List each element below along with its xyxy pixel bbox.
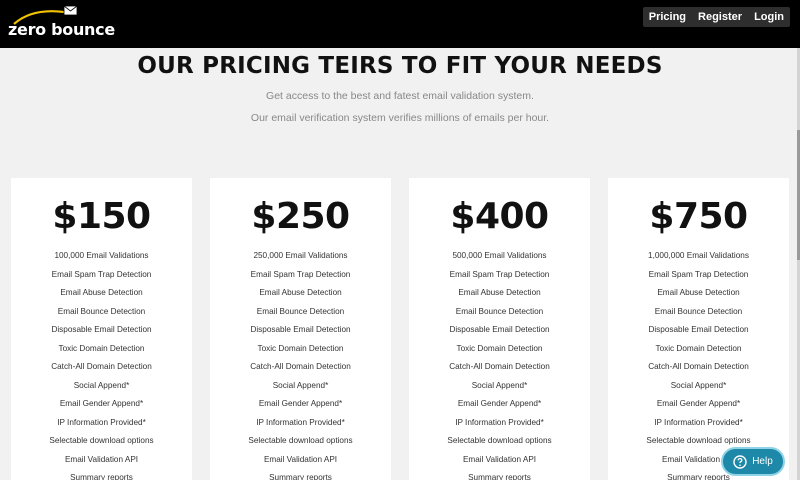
plan-feature-item: Email Bounce Detection xyxy=(256,306,345,316)
plan-feature-item: Toxic Domain Detection xyxy=(257,343,344,353)
plan-feature-item: Email Abuse Detection xyxy=(60,288,143,297)
plan-feature-item: Email Gender Append* xyxy=(457,399,542,408)
help-button[interactable]: Help xyxy=(721,447,785,476)
nav-register-link[interactable]: Register xyxy=(692,7,748,27)
plan-feature-item: Toxic Domain Detection xyxy=(58,343,145,353)
plan-feature-item: Email Abuse Detection xyxy=(657,288,740,297)
help-label: Help xyxy=(752,456,773,467)
plan-feature-item: 1,000,000 Email Validations xyxy=(648,251,749,260)
plan-feature-item: Toxic Domain Detection xyxy=(456,343,543,353)
plan-feature-item: IP Information Provided* xyxy=(57,417,146,427)
hero-subtitle-2: Our email verification system verifies m… xyxy=(250,112,550,124)
plan-price: $750 xyxy=(649,196,748,237)
plan-feature-item: Email Spam Trap Detection xyxy=(51,269,152,279)
main-nav: Pricing Register Login xyxy=(642,7,790,27)
pricing-card: $150 100,000 Email Validations Email Spam … xyxy=(11,178,192,480)
pricing-card: $250 250,000 Email Validations Email Spam … xyxy=(210,178,391,480)
plan-price: $400 xyxy=(450,196,549,237)
pricing-card: $400 500,000 Email Validations Email Spam … xyxy=(409,178,590,480)
nav-pricing-link[interactable]: Pricing xyxy=(643,7,692,27)
plan-feature-item: Disposable Email Detection xyxy=(449,325,550,334)
plan-feature-item: Summary reports xyxy=(269,473,332,480)
plan-feature-item: Social Append* xyxy=(670,380,727,390)
plan-feature-item: Selectable download options xyxy=(447,436,552,445)
plan-feature-item: Email Abuse Detection xyxy=(458,288,541,297)
plan-feature-item: Email Validation API xyxy=(263,454,338,464)
top-navbar: zero bounce Pricing Register Login xyxy=(0,0,800,48)
plan-feature-item: Disposable Email Detection xyxy=(51,325,152,334)
plan-feature-item: Summary reports xyxy=(70,473,133,480)
plan-feature-item: Catch-All Domain Detection xyxy=(250,362,351,371)
plan-feature-item: IP Information Provided* xyxy=(455,417,544,427)
plan-feature-item: Disposable Email Detection xyxy=(250,325,351,334)
plan-price: $250 xyxy=(251,196,350,237)
plan-feature-item: Social Append* xyxy=(73,380,130,390)
plan-feature-item: Email Spam Trap Detection xyxy=(449,269,550,279)
plan-feature-item: Email Gender Append* xyxy=(258,399,343,408)
plan-feature-item: Catch-All Domain Detection xyxy=(51,362,152,371)
pricing-card: $750 1,000,000 Email Validations Email Spa… xyxy=(608,178,789,480)
brand-name: zero bounce xyxy=(8,20,115,39)
plan-feature-item: Selectable download options xyxy=(248,436,353,445)
brand-logo[interactable]: zero bounce xyxy=(8,6,118,42)
plan-feature-item: Catch-All Domain Detection xyxy=(648,362,749,371)
plan-feature-item: Catch-All Domain Detection xyxy=(449,362,550,371)
plan-feature-item: Disposable Email Detection xyxy=(648,325,749,334)
plan-feature-item: IP Information Provided* xyxy=(256,417,345,427)
plan-feature-item: Toxic Domain Detection xyxy=(655,343,742,353)
plan-feature-item: Social Append* xyxy=(471,380,528,390)
plan-feature-item: Email Abuse Detection xyxy=(259,288,342,297)
plan-feature-item: Email Validation API xyxy=(64,454,139,464)
plan-feature-item: Email Bounce Detection xyxy=(455,306,544,316)
nav-login-link[interactable]: Login xyxy=(748,7,790,27)
plan-feature-item: 500,000 Email Validations xyxy=(452,251,547,260)
plan-feature-item: 100,000 Email Validations xyxy=(54,251,149,260)
plan-feature-item: Email Spam Trap Detection xyxy=(648,269,749,279)
plan-feature-list: 1,000,000 Email Validations Email Spam Tr… xyxy=(608,247,789,480)
plan-feature-item: Email Validation API xyxy=(462,454,537,464)
plan-feature-item: 250,000 Email Validations xyxy=(253,251,348,260)
plan-feature-list: 250,000 Email Validations Email Spam Trap… xyxy=(210,247,391,480)
hero-subtitle-1: Get access to the best and fatest email … xyxy=(266,90,534,102)
plan-feature-item: Email Bounce Detection xyxy=(654,306,743,316)
question-circle-icon xyxy=(733,454,747,469)
plan-feature-list: 100,000 Email Validations Email Spam Trap… xyxy=(11,247,192,480)
plan-feature-item: Email Gender Append* xyxy=(656,399,741,408)
plan-feature-item: IP Information Provided* xyxy=(654,417,743,427)
plan-feature-item: Summary reports xyxy=(468,473,531,480)
plan-feature-item: Selectable download options xyxy=(49,436,154,445)
plan-feature-item: Email Spam Trap Detection xyxy=(250,269,351,279)
plan-feature-item: Social Append* xyxy=(272,380,329,390)
plan-feature-item: Email Bounce Detection xyxy=(57,306,146,316)
plan-feature-item: Email Gender Append* xyxy=(59,399,144,408)
plan-price: $150 xyxy=(52,196,151,237)
page-title: OUR PRICING TEIRS TO FIT YOUR NEEDS xyxy=(137,53,663,79)
plan-feature-list: 500,000 Email Validations Email Spam Trap… xyxy=(409,247,590,480)
